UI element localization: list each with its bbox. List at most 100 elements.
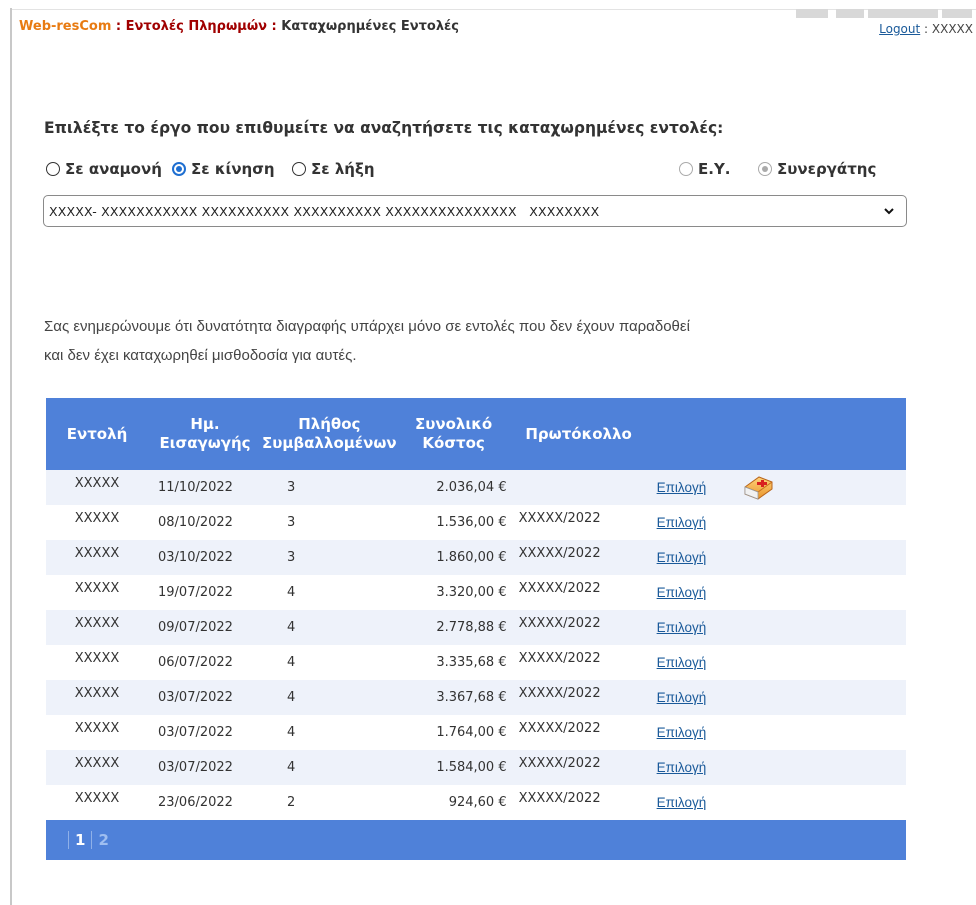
party-count: 3	[262, 470, 397, 505]
order-date: 23/06/2022	[148, 785, 262, 820]
breadcrumb-separator: :	[111, 19, 126, 34]
protocol: XXXXX/2022	[518, 616, 601, 631]
protocol: XXXXX/2022	[518, 756, 601, 771]
table-row: XXXXX 03/07/2022 4 1.764,00 € XXXXX/2022…	[46, 715, 906, 750]
party-count: 4	[262, 680, 397, 715]
pager-divider	[91, 831, 93, 850]
order-id: XXXXX	[74, 651, 120, 666]
breadcrumb-separator: :	[267, 19, 282, 34]
chevron-down-icon	[884, 208, 894, 215]
select-link[interactable]: Επιλογή	[657, 585, 707, 600]
status-pending-radio[interactable]: Σε αναμονή	[46, 160, 162, 178]
order-date: 03/07/2022	[148, 750, 262, 785]
radio-circle-checked	[172, 162, 186, 176]
order-date: 06/07/2022	[148, 645, 262, 680]
radio-circle	[46, 162, 60, 176]
top-decor	[796, 9, 976, 18]
order-id: XXXXX	[74, 511, 120, 526]
role-ey-radio[interactable]: Ε.Υ.	[679, 160, 731, 178]
table-row: XXXXX 06/07/2022 4 3.335,68 € XXXXX/2022…	[46, 645, 906, 680]
project-select-value: XXXXX- XXXXXXXXXXX XXXXXXXXXX XXXXXXXXXX…	[49, 203, 600, 219]
table-row: XXXXX 03/07/2022 4 3.367,68 € XXXXX/2022…	[46, 680, 906, 715]
order-date: 03/07/2022	[148, 680, 262, 715]
notice-line: και δεν έχει καταχωρηθεί μισθοδοσία για …	[44, 347, 357, 364]
select-link[interactable]: Επιλογή	[657, 620, 707, 635]
status-active-radio[interactable]: Σε κίνηση	[172, 160, 275, 178]
protocol: XXXXX/2022	[518, 581, 601, 596]
header-icon	[740, 398, 906, 470]
breadcrumb-payments[interactable]: Εντολές Πληρωμών	[126, 19, 267, 34]
project-select[interactable]: XXXXX- XXXXXXXXXXX XXXXXXXXXX XXXXXXXXXX…	[43, 195, 907, 227]
protocol: XXXXX/2022	[518, 651, 601, 666]
pager-divider	[68, 831, 69, 850]
radio-circle	[679, 162, 693, 176]
select-link[interactable]: Επιλογή	[657, 725, 707, 740]
radio-circle-checked	[758, 162, 772, 176]
radio-label: Σε λήξη	[311, 160, 375, 178]
order-id: XXXXX	[74, 616, 120, 631]
party-count: 4	[262, 715, 397, 750]
left-border	[10, 8, 12, 905]
radio-label: Ε.Υ.	[698, 160, 731, 178]
medical-kit-icon[interactable]	[741, 473, 775, 501]
select-link[interactable]: Επιλογή	[657, 480, 707, 495]
status-expired-radio[interactable]: Σε λήξη	[292, 160, 375, 178]
project-prompt: Επιλέξτε το έργο που επιθυμείτε να αναζη…	[44, 119, 724, 137]
header-count: Πλήθος Συμβαλλομένων	[262, 398, 397, 470]
filter-radio-row: Σε αναμονή Σε κίνηση Σε λήξη Ε.Υ. Συνεργ…	[46, 160, 908, 184]
order-date: 08/10/2022	[148, 505, 262, 540]
header-date: Ημ. Εισαγωγής	[148, 398, 262, 470]
select-link[interactable]: Επιλογή	[657, 690, 707, 705]
order-id: XXXXX	[74, 546, 120, 561]
table-row: XXXXX 03/10/2022 3 1.860,00 € XXXXX/2022…	[46, 540, 906, 575]
logout-link[interactable]: Logout	[879, 22, 920, 36]
party-count: 4	[262, 610, 397, 645]
protocol: XXXXX/2022	[518, 511, 601, 526]
delete-notice: Σας ενημερώνουμε ότι δυνατότητα διαγραφή…	[44, 312, 914, 370]
order-date: 09/07/2022	[148, 610, 262, 645]
total-cost: 2.036,04 €	[396, 470, 511, 505]
select-link[interactable]: Επιλογή	[657, 515, 707, 530]
order-date: 03/10/2022	[148, 540, 262, 575]
page-current: 1	[75, 830, 86, 849]
breadcrumb-home[interactable]: Web-resCom	[19, 19, 111, 34]
table-header-row: Εντολή Ημ. Εισαγωγής Πλήθος Συμβαλλομένων …	[46, 398, 906, 470]
protocol: XXXXX/2022	[518, 791, 601, 806]
page-link[interactable]: 2	[98, 831, 108, 849]
total-cost: 3.320,00 €	[396, 575, 511, 610]
order-id: XXXXX	[74, 721, 120, 736]
total-cost: 1.536,00 €	[396, 505, 511, 540]
orders-table: Εντολή Ημ. Εισαγωγής Πλήθος Συμβαλλομένων …	[46, 398, 906, 860]
table-row: XXXXX 19/07/2022 4 3.320,00 € XXXXX/2022…	[46, 575, 906, 610]
radio-circle	[292, 162, 306, 176]
select-link[interactable]: Επιλογή	[657, 760, 707, 775]
radio-label: Σε αναμονή	[65, 160, 162, 178]
order-date: 19/07/2022	[148, 575, 262, 610]
table-row: XXXXX 11/10/2022 3 2.036,04 € Επιλογή	[46, 470, 906, 505]
party-count: 4	[262, 645, 397, 680]
header-action	[646, 398, 741, 470]
order-id: XXXXX	[74, 791, 120, 806]
radio-label: Σε κίνηση	[191, 160, 275, 178]
breadcrumb: Web-resCom : Εντολές Πληρωμών : Καταχωρη…	[19, 19, 459, 34]
header-protocol: Πρωτόκολλο	[510, 398, 647, 470]
protocol: XXXXX/2022	[518, 546, 601, 561]
party-count: 4	[262, 575, 397, 610]
total-cost: 3.367,68 €	[396, 680, 511, 715]
protocol: XXXXX/2022	[518, 721, 601, 736]
select-link[interactable]: Επιλογή	[657, 550, 707, 565]
party-count: 3	[262, 505, 397, 540]
role-partner-radio[interactable]: Συνεργάτης	[758, 160, 876, 178]
order-id: XXXXX	[74, 686, 120, 701]
party-count: 4	[262, 750, 397, 785]
header-order: Εντολή	[46, 398, 148, 470]
order-id: XXXXX	[74, 476, 120, 491]
total-cost: 3.335,68 €	[396, 645, 511, 680]
user-separator: :	[920, 22, 932, 36]
select-link[interactable]: Επιλογή	[657, 795, 707, 810]
table-row: XXXXX 23/06/2022 2 924,60 € XXXXX/2022 Ε…	[46, 785, 906, 820]
order-id: XXXXX	[74, 581, 120, 596]
protocol: XXXXX/2022	[518, 686, 601, 701]
order-date: 03/07/2022	[148, 715, 262, 750]
select-link[interactable]: Επιλογή	[657, 655, 707, 670]
